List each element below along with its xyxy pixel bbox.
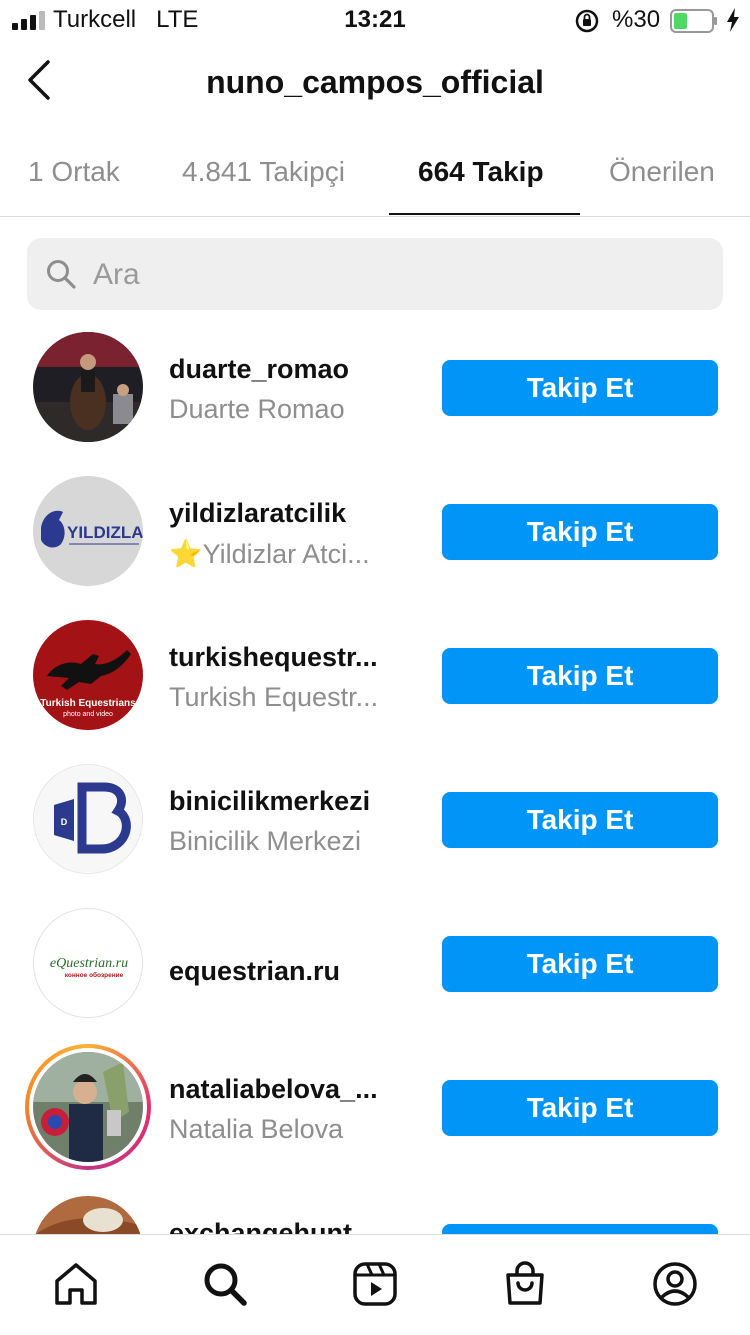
page-title: nuno_campos_official <box>206 64 544 100</box>
status-bar: Turkcell LTE 13:21 %30 <box>0 0 750 42</box>
avatar[interactable]: eQuestrian.ru конное обозрение <box>33 908 143 1018</box>
tab-mutual[interactable]: 1 Ortak <box>28 156 120 188</box>
orientation-lock-icon <box>575 9 599 33</box>
follow-button[interactable]: Takip Et <box>442 360 718 416</box>
list-item[interactable]: YILDIZLAR yildizlaratcilik ⭐Yildizlar At… <box>0 456 750 600</box>
username[interactable]: turkishequestr... <box>169 642 378 673</box>
username[interactable]: equestrian.ru <box>169 956 340 987</box>
bottom-nav <box>0 1234 750 1335</box>
username[interactable]: binicilikmerkezi <box>169 786 370 817</box>
battery-icon <box>670 9 717 33</box>
username[interactable]: exchangehunt <box>169 1218 352 1234</box>
username[interactable]: nataliabelova_... <box>169 1074 378 1105</box>
tab-following[interactable]: 664 Takip <box>418 156 544 188</box>
shopping-bag-icon <box>506 1261 544 1305</box>
full-name: Binicilik Merkezi <box>169 826 362 856</box>
username[interactable]: duarte_romao <box>169 354 349 385</box>
avatar[interactable]: Turkish Equestrians photo and video <box>33 620 143 730</box>
follow-button[interactable]: Takip Et <box>442 1080 718 1136</box>
avatar[interactable]: YILDIZLAR <box>33 476 143 586</box>
avatar[interactable] <box>33 332 143 442</box>
battery-percent: %30 <box>612 6 661 33</box>
svg-text:photo and video: photo and video <box>63 711 113 718</box>
list-item[interactable]: exchangehunt Takip Et <box>0 1176 750 1234</box>
search-icon <box>204 1263 247 1306</box>
follow-button[interactable]: Takip Et <box>442 1224 718 1234</box>
search-input[interactable] <box>91 252 695 298</box>
svg-text:Turkish Equestrians: Turkish Equestrians <box>40 698 136 709</box>
avatar[interactable]: D <box>33 764 143 874</box>
avatar-photo <box>33 1052 143 1162</box>
follow-button[interactable]: Takip Et <box>442 504 718 560</box>
avatar-photo <box>33 332 143 442</box>
list-item[interactable]: eQuestrian.ru конное обозрение equestria… <box>0 888 750 1032</box>
avatar-with-story-ring[interactable] <box>25 1044 151 1170</box>
nav-search[interactable] <box>200 1259 250 1309</box>
search-bar[interactable] <box>27 238 723 310</box>
binicilik-logo: D <box>34 765 142 873</box>
search-icon <box>47 260 76 289</box>
list-item[interactable]: nataliabelova_... Natalia Belova Takip E… <box>0 1032 750 1176</box>
svg-text:YILDIZLAR: YILDIZLAR <box>67 523 143 542</box>
nav-home[interactable] <box>51 1259 101 1309</box>
avatar-photo <box>33 1196 143 1234</box>
nav-reels[interactable] <box>350 1259 400 1309</box>
follow-button[interactable]: Takip Et <box>442 792 718 848</box>
follow-button[interactable]: Takip Et <box>442 936 718 992</box>
home-icon <box>55 1263 97 1305</box>
list-item[interactable]: D binicilikmerkezi Binicilik Merkezi Tak… <box>0 744 750 888</box>
nav-shop[interactable] <box>500 1259 550 1309</box>
nav-profile[interactable] <box>650 1259 700 1309</box>
list-item[interactable]: Turkish Equestrians photo and video turk… <box>0 600 750 744</box>
svg-text:конное обозрение: конное обозрение <box>65 971 124 979</box>
avatar[interactable] <box>33 1196 143 1234</box>
equestrian-ru-logo: eQuestrian.ru конное обозрение <box>34 909 142 1017</box>
charging-icon <box>727 8 739 32</box>
following-list[interactable]: duarte_romao Duarte Romao Takip Et YILDI… <box>0 312 750 1234</box>
full-name: Natalia Belova <box>169 1114 344 1144</box>
follow-button[interactable]: Takip Et <box>442 648 718 704</box>
tab-followers[interactable]: 4.841 Takipçi <box>182 156 345 188</box>
header: nuno_campos_official <box>0 42 750 132</box>
full-name: Duarte Romao <box>169 394 345 424</box>
svg-text:eQuestrian.ru: eQuestrian.ru <box>50 956 128 971</box>
svg-text:D: D <box>61 817 68 827</box>
full-name: ⭐Yildizlar Atci... <box>169 539 370 569</box>
tab-suggested[interactable]: Önerilen <box>609 156 715 188</box>
username[interactable]: yildizlaratcilik <box>169 498 346 529</box>
full-name: Turkish Equestr... <box>169 682 379 712</box>
tab-bar: 1 Ortak 4.841 Takipçi 664 Takip Önerilen <box>0 132 750 217</box>
profile-icon <box>653 1262 697 1306</box>
yildizlar-logo: YILDIZLAR <box>33 476 143 586</box>
list-item[interactable]: duarte_romao Duarte Romao Takip Et <box>0 312 750 456</box>
active-tab-indicator <box>389 213 580 215</box>
reels-icon <box>353 1262 397 1306</box>
turkish-equestrians-logo: Turkish Equestrians photo and video <box>33 620 143 730</box>
